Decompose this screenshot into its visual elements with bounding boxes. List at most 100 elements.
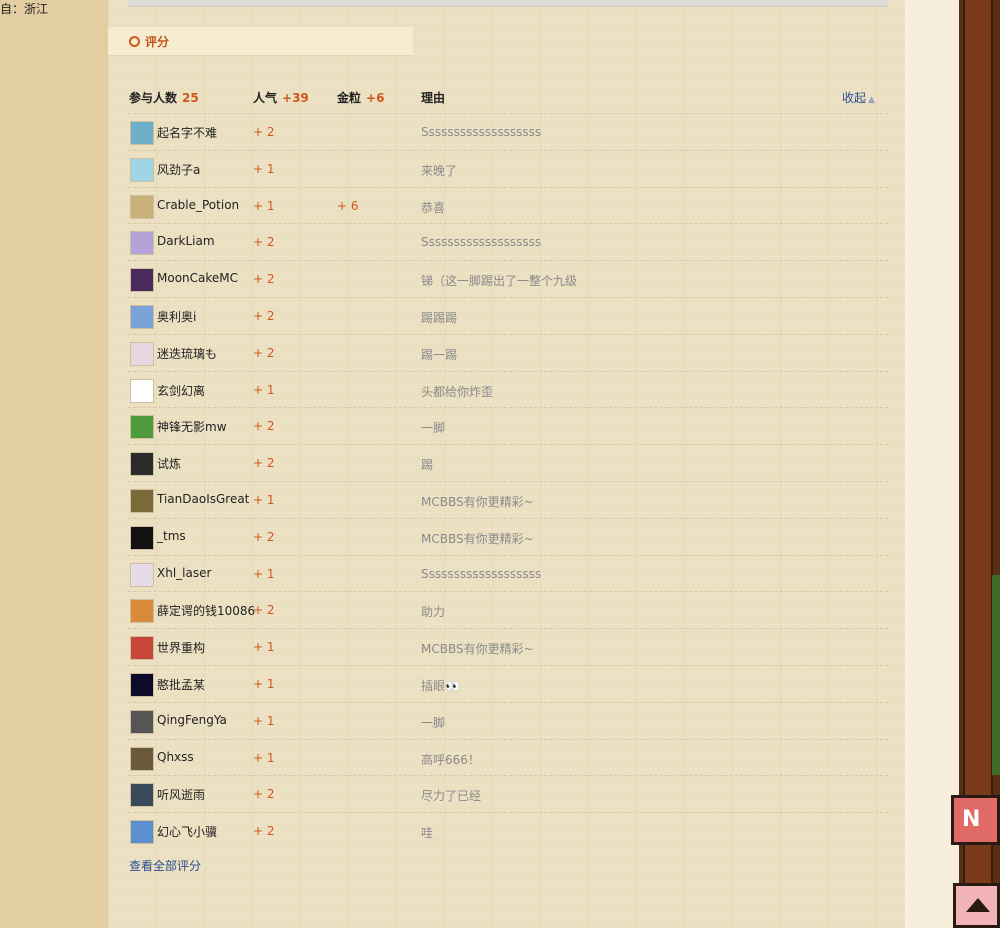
gold-label: 金粒: [337, 91, 362, 105]
user-avatar[interactable]: [130, 121, 154, 145]
user-name-link[interactable]: 试炼: [157, 455, 181, 472]
reason-text: 头都给你炸歪: [421, 384, 494, 399]
user-name-link[interactable]: 神锋无影mw: [157, 418, 227, 435]
circle-icon: [129, 36, 140, 47]
back-to-top-button[interactable]: [953, 883, 1000, 928]
user-avatar[interactable]: [130, 378, 154, 403]
user-avatar[interactable]: [130, 709, 154, 734]
reason-text: Sssssssssssssssssss: [421, 125, 542, 139]
rating-row: 听风逝雨 + 2 尽力了已经: [128, 775, 888, 812]
user-avatar[interactable]: [130, 194, 154, 219]
collapse-link[interactable]: 收起 ▲: [842, 89, 875, 106]
user-name-link[interactable]: 风劲子a: [157, 161, 200, 178]
page-gutter: [905, 0, 959, 928]
user-avatar[interactable]: [130, 341, 154, 366]
rating-row: 试炼 + 2 踢: [128, 444, 888, 481]
rating-row: TianDaoIsGreat + 1 MCBBS有你更精彩~: [128, 481, 888, 518]
user-avatar[interactable]: [130, 452, 154, 477]
reason-text: MCBBS有你更精彩~: [421, 642, 534, 657]
rating-row: DarkLiam + 2 Sssssssssssssssssss: [128, 223, 888, 260]
author-location: 自：浙江: [0, 2, 49, 16]
popularity-value: + 2: [253, 787, 275, 802]
reason-text: Sssssssssssssssssss: [421, 566, 542, 581]
rating-row: 迷迭琉璃も + 2 踢一踢: [128, 333, 888, 371]
user-name-link[interactable]: Qhxss: [157, 750, 194, 764]
popularity-total: +39: [282, 91, 309, 105]
reason-text: 一脚: [421, 715, 446, 730]
popularity-value: + 2: [253, 603, 275, 618]
user-avatar[interactable]: [130, 489, 154, 513]
rating-row: Crable_Potion + 1 + 6 恭喜: [128, 186, 888, 224]
rating-section-header: 评分: [108, 27, 413, 56]
user-name-link[interactable]: 憨批孟某: [157, 676, 205, 693]
rating-row: 薛定谔的钱10086 + 2 助力: [128, 591, 888, 628]
user-avatar[interactable]: [130, 636, 154, 661]
rating-row: 奥利奥i + 2 踢踢踢: [128, 297, 888, 334]
rating-title: 评分: [145, 35, 170, 49]
rating-row: QingFengYa + 1 一脚: [128, 701, 888, 739]
view-all-ratings-link[interactable]: 查看全部评分: [129, 857, 201, 874]
user-name-link[interactable]: QingFengYa: [157, 713, 227, 727]
participants-header: 参与人数 25: [129, 89, 199, 106]
popularity-value: + 2: [253, 456, 275, 471]
user-name-link[interactable]: 薛定谔的钱10086: [157, 602, 255, 619]
reason-text: 尽力了已经: [421, 789, 482, 804]
reason-text: 锑（这一脚踢出了一整个九级: [421, 274, 578, 289]
user-avatar[interactable]: [130, 231, 154, 256]
user-avatar[interactable]: [130, 305, 154, 329]
user-name-link[interactable]: 迷迭琉璃も: [157, 345, 217, 362]
user-avatar[interactable]: [130, 562, 154, 587]
reason-text: 恭喜: [421, 200, 446, 215]
rating-row: 世界重构 + 1 MCBBS有你更精彩~: [128, 628, 888, 665]
left-author-column: 自：浙江: [0, 0, 109, 928]
floating-new-button[interactable]: N: [951, 795, 1000, 845]
user-name-link[interactable]: _tms: [157, 529, 186, 543]
user-avatar[interactable]: [130, 525, 154, 550]
popularity-value: + 1: [253, 382, 275, 397]
user-name-link[interactable]: 听风逝雨: [157, 786, 205, 803]
popularity-value: + 2: [253, 529, 275, 544]
popularity-header: 人气 +39: [253, 89, 309, 106]
user-name-link[interactable]: Xhl_laser: [157, 566, 211, 580]
rating-row: 憨批孟某 + 1 插眼👀: [128, 665, 888, 702]
reason-header: 理由: [421, 89, 445, 106]
user-avatar[interactable]: [130, 599, 154, 624]
gold-value: + 6: [337, 198, 359, 213]
reason-label: 理由: [421, 91, 446, 105]
user-name-link[interactable]: 起名字不难: [157, 124, 217, 141]
user-name-link[interactable]: 幻心飞小骥: [157, 823, 217, 840]
reason-text: 一脚: [421, 421, 446, 436]
popularity-value: + 1: [253, 640, 275, 655]
user-avatar[interactable]: [130, 746, 154, 771]
popularity-value: + 1: [253, 493, 275, 507]
collapse-label[interactable]: 收起: [842, 91, 866, 105]
user-name-link[interactable]: 世界重构: [157, 639, 205, 656]
user-avatar[interactable]: [130, 415, 154, 440]
arrow-up-icon: [966, 898, 990, 912]
reason-text: Sssssssssssssssssss: [421, 235, 542, 250]
user-name-link[interactable]: MoonCakeMC: [157, 271, 238, 285]
rating-row: 幻心飞小骥 + 2 哇: [128, 812, 888, 849]
popularity-value: + 2: [253, 272, 275, 287]
user-name-link[interactable]: TianDaoIsGreat: [157, 492, 249, 506]
post-content-area: 评分 参与人数 25 人气 +39 金粒 +6 理由 收起 ▲ 起名字不难 + 2 Ssss…: [108, 0, 905, 928]
gold-header: 金粒 +6: [337, 89, 384, 106]
rating-row: 起名字不难 + 2 Sssssssssssssssssss: [128, 113, 888, 150]
user-name-link[interactable]: DarkLiam: [157, 234, 215, 248]
user-avatar[interactable]: [130, 157, 154, 182]
user-name-link[interactable]: 玄剑幻离: [157, 382, 205, 399]
user-name-link[interactable]: Crable_Potion: [157, 198, 239, 212]
reason-text: MCBBS有你更精彩~: [421, 531, 534, 546]
reason-text: 来晚了: [421, 163, 458, 178]
popularity-value: + 2: [253, 309, 275, 323]
user-avatar[interactable]: [130, 820, 154, 845]
reason-text: 哇: [421, 826, 434, 841]
reason-text: 插眼👀: [421, 679, 460, 693]
popularity-value: + 2: [253, 419, 275, 434]
user-avatar[interactable]: [130, 783, 154, 808]
user-avatar[interactable]: [130, 268, 154, 293]
gold-total: +6: [366, 91, 385, 105]
user-name-link[interactable]: 奥利奥i: [157, 308, 196, 325]
popularity-value: + 1: [253, 198, 275, 213]
user-avatar[interactable]: [130, 673, 154, 697]
